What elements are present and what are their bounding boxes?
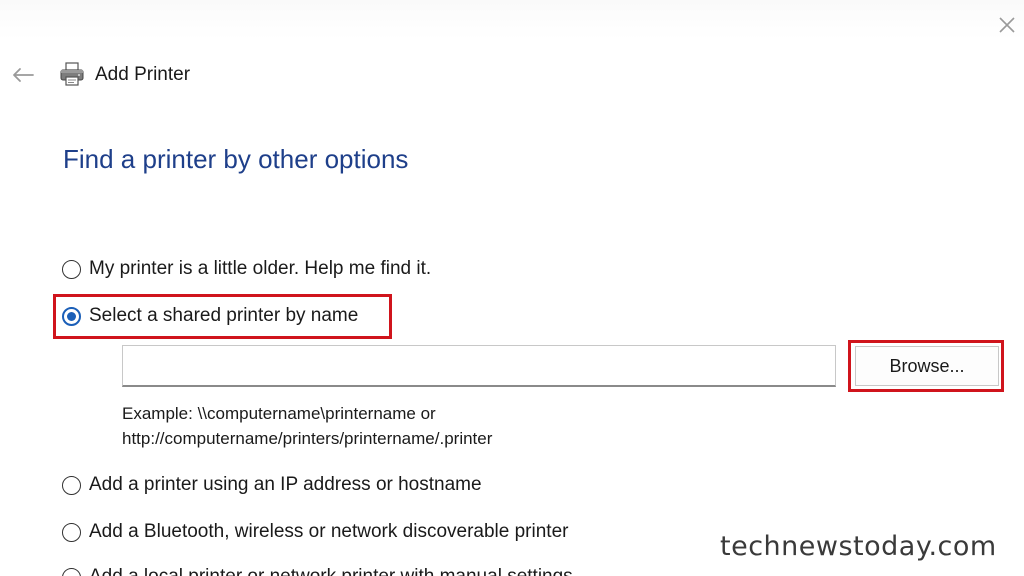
radio-button-selected[interactable] [62, 306, 81, 326]
example-line: http://computername/printers/printername… [122, 429, 493, 448]
page-heading: Find a printer by other options [63, 144, 409, 174]
radio-option-manual-settings[interactable]: Add a local printer or network printer w… [62, 566, 573, 576]
radio-option-label: Select a shared printer by name [89, 305, 359, 326]
radio-button[interactable] [62, 259, 81, 279]
radio-button[interactable] [62, 567, 81, 576]
printer-icon [60, 62, 84, 86]
watermark: technewstoday.com [720, 531, 997, 562]
radio-option-label: My printer is a little older. Help me fi… [89, 258, 432, 279]
add-printer-window: Add Printer Find a printer by other opti… [0, 0, 1024, 576]
radio-option-label: Add a Bluetooth, wireless or network dis… [89, 521, 569, 542]
radio-option-label: Add a printer using an IP address or hos… [89, 474, 482, 495]
shared-printer-name-input[interactable] [122, 345, 836, 387]
back-button[interactable] [8, 60, 38, 90]
browse-button[interactable]: Browse... [855, 346, 999, 386]
radio-button[interactable] [62, 475, 81, 495]
window-title: Add Printer [95, 64, 191, 85]
radio-button[interactable] [62, 522, 81, 542]
radio-option-label: Add a local printer or network printer w… [89, 566, 573, 576]
radio-option-ip-address[interactable]: Add a printer using an IP address or hos… [62, 474, 482, 496]
example-line: Example: \\computername\printername or [122, 404, 436, 423]
back-arrow-icon [13, 68, 34, 82]
radio-option-bluetooth[interactable]: Add a Bluetooth, wireless or network dis… [62, 521, 568, 543]
close-icon [999, 17, 1015, 33]
radio-option-shared-printer[interactable]: Select a shared printer by name [62, 305, 358, 327]
radio-option-older-printer[interactable]: My printer is a little older. Help me fi… [62, 258, 431, 280]
close-button[interactable] [992, 10, 1022, 40]
example-text: Example: \\computername\printername or h… [122, 401, 492, 451]
